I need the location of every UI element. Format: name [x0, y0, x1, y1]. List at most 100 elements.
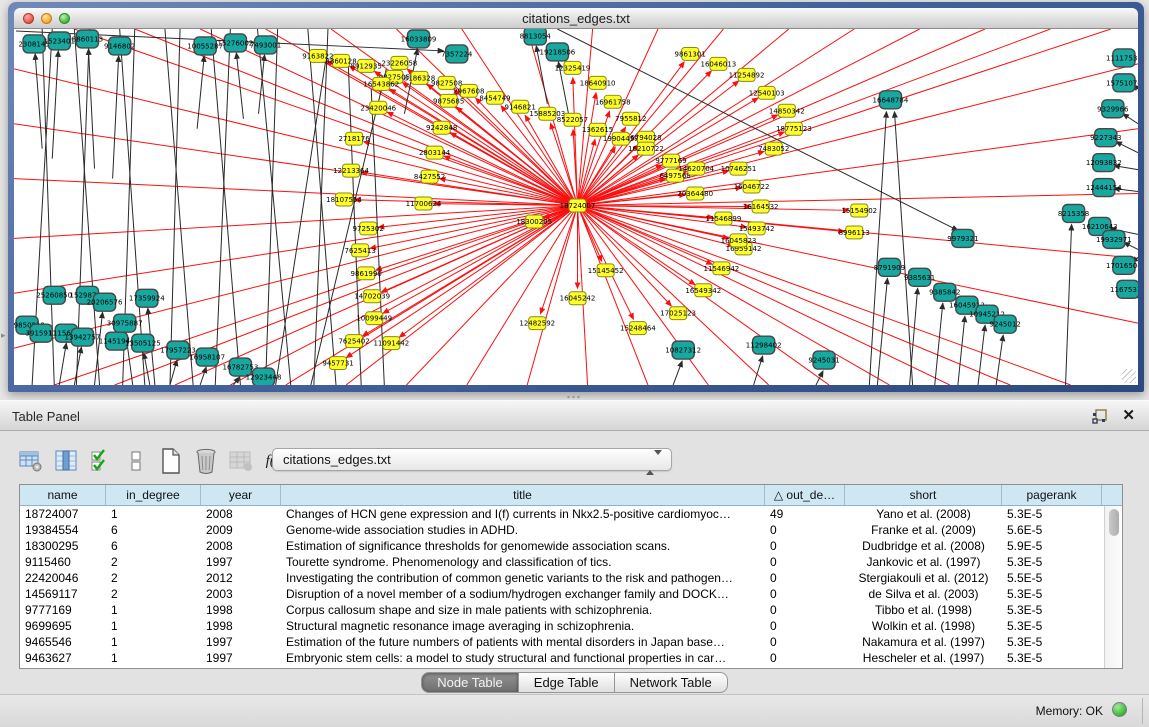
citation-edge-red[interactable]: [14, 206, 578, 239]
citation-edge-red[interactable]: [578, 93, 597, 206]
graph-node-teal[interactable]: 9146802: [104, 37, 135, 55]
citation-edge-black[interactable]: [215, 29, 230, 385]
citation-edge-red[interactable]: [578, 29, 1051, 206]
graph-node-teal[interactable]: 11675312: [1110, 280, 1138, 298]
citation-edge-black[interactable]: [314, 29, 328, 385]
delete-rows-button[interactable]: [193, 447, 219, 475]
column-header-in_degree[interactable]: in_degree: [106, 485, 201, 505]
graph-node-yellow[interactable]: 9457731: [322, 357, 353, 370]
citation-edge-red[interactable]: [578, 29, 1111, 206]
float-panel-icon[interactable]: [1092, 409, 1107, 424]
graph-node-yellow[interactable]: 11091442: [373, 337, 409, 350]
column-header-name[interactable]: name: [20, 485, 106, 505]
citation-edge-black[interactable]: [200, 367, 206, 385]
graph-node-yellow[interactable]: 16164532: [743, 200, 779, 213]
citation-edge-black[interactable]: [259, 55, 265, 114]
graph-node-yellow[interactable]: 9242848: [426, 121, 457, 134]
graph-node-yellow[interactable]: 14850342: [769, 104, 805, 117]
citation-edge-red[interactable]: [14, 206, 578, 349]
table-row[interactable]: 977716911998Corpus callosum shape and si…: [20, 602, 1104, 618]
graph-node-teal[interactable]: 7357224: [441, 45, 473, 63]
graph-node-teal[interactable]: 9245031: [808, 351, 839, 369]
delete-table-button[interactable]: [228, 447, 254, 475]
citation-edge-black[interactable]: [869, 112, 886, 385]
graph-node-yellow[interactable]: 12213364: [333, 164, 369, 177]
table-row[interactable]: 1872400712008Changes of HCN gene express…: [20, 506, 1104, 522]
graph-node-yellow[interactable]: 7625413: [344, 244, 375, 257]
citation-edge-black[interactable]: [910, 288, 918, 385]
select-all-button[interactable]: [88, 447, 114, 475]
graph-node-yellow[interactable]: 8912935: [351, 59, 382, 72]
window-resize-grip[interactable]: [1122, 369, 1136, 383]
graph-node-yellow[interactable]: 16210722: [628, 142, 664, 155]
citation-edge-red[interactable]: [578, 206, 1138, 324]
table-row[interactable]: 1938455462009Genome-wide association stu…: [20, 522, 1104, 538]
tab-node-table[interactable]: Node Table: [421, 672, 519, 693]
graph-node-yellow[interactable]: 15493742: [739, 222, 775, 235]
citation-edge-black[interactable]: [276, 59, 326, 385]
graph-node-teal[interactable]: 1523401: [44, 32, 75, 50]
graph-node-yellow[interactable]: 2718176: [338, 132, 370, 145]
graph-node-yellow[interactable]: 11700624: [406, 197, 442, 210]
tab-network-table[interactable]: Network Table: [615, 672, 728, 693]
graph-node-yellow[interactable]: 20364480: [677, 187, 713, 200]
table-scrollbar-thumb[interactable]: [1109, 509, 1119, 536]
graph-node-yellow[interactable]: 23226058: [381, 56, 417, 69]
citation-edge-black[interactable]: [197, 56, 204, 129]
graph-node-yellow[interactable]: 16046722: [734, 180, 770, 193]
citation-edge-black[interactable]: [816, 371, 823, 385]
table-row[interactable]: 2242004622012Investigating the contribut…: [20, 570, 1104, 586]
graph-node-yellow[interactable]: 16543862: [363, 77, 399, 90]
graph-node-yellow[interactable]: 12482592: [519, 317, 555, 330]
graph-node-yellow[interactable]: 16961758: [595, 95, 631, 108]
column-header-out_de[interactable]: △ out_de…: [765, 485, 845, 505]
panel-collapse-arrow-icon[interactable]: ▸: [1, 330, 6, 341]
graph-node-teal[interactable]: 8791909: [874, 258, 905, 276]
graph-node-teal[interactable]: 11117531: [1106, 49, 1138, 67]
graph-node-yellow[interactable]: 18107554: [326, 193, 362, 206]
graph-node-teal[interactable]: 17016504: [1106, 256, 1138, 274]
table-selector-dropdown[interactable]: citations_edges.txt: [272, 448, 672, 471]
table-scrollbar[interactable]: [1104, 506, 1122, 668]
citation-edge-black[interactable]: [958, 316, 965, 385]
graph-node-yellow[interactable]: 14702039: [354, 290, 390, 303]
graph-node-yellow[interactable]: 9725302: [353, 222, 384, 235]
citation-edge-black[interactable]: [1066, 224, 1072, 385]
citation-edge-black[interactable]: [673, 361, 682, 385]
graph-node-teal[interactable]: 7493001: [250, 36, 281, 54]
citation-edge-black[interactable]: [35, 54, 42, 149]
citation-edge-black[interactable]: [894, 112, 912, 385]
column-header-year[interactable]: year: [201, 485, 281, 505]
citation-edge-black[interactable]: [877, 278, 887, 385]
citation-edge-red[interactable]: [578, 206, 672, 306]
network-graph-canvas[interactable]: 1872400791638228860128891293523226058982…: [14, 29, 1138, 385]
table-row[interactable]: 946554611997Estimation of the future num…: [20, 634, 1104, 650]
citation-edge-black[interactable]: [1116, 142, 1138, 153]
graph-node-teal[interactable]: 12093832: [1086, 154, 1122, 172]
graph-node-yellow[interactable]: 16046013: [700, 57, 736, 70]
graph-node-yellow[interactable]: 18640910: [580, 76, 616, 89]
graph-node-yellow[interactable]: 16045242: [560, 292, 596, 305]
graph-node-teal[interactable]: 9979321: [947, 229, 978, 247]
graph-node-yellow[interactable]: 9861990: [351, 267, 382, 280]
column-header-short[interactable]: short: [845, 485, 1002, 505]
graph-node-yellow[interactable]: 7955812: [615, 112, 646, 125]
tab-edge-table[interactable]: Edge Table: [519, 672, 615, 693]
graph-node-yellow[interactable]: 11254892: [729, 68, 765, 81]
graph-node-teal[interactable]: 10827312: [665, 341, 701, 359]
citation-edge-red[interactable]: [200, 29, 577, 206]
citation-edge-black[interactable]: [59, 343, 66, 385]
graph-node-teal[interactable]: 9245012: [990, 315, 1021, 333]
table-row[interactable]: 946362711997Embryonic stem cells: a mode…: [20, 650, 1104, 666]
network-view-window[interactable]: citations_edges.txt 18724007916382288601…: [8, 2, 1144, 392]
split-pane-divider-handle[interactable]: [566, 395, 580, 399]
table-row[interactable]: 911546021997Tourette syndrome. Phenomeno…: [20, 554, 1104, 570]
graph-node-teal[interactable]: 17359924: [129, 289, 165, 307]
table-row[interactable]: 1830029562008Estimation of significance …: [20, 538, 1104, 554]
graph-node-teal[interactable]: 9385631: [904, 268, 935, 286]
citation-edge-red[interactable]: [14, 124, 578, 206]
graph-node-teal[interactable]: 11298402: [746, 336, 782, 354]
citation-edge-black[interactable]: [88, 49, 94, 169]
graph-node-yellow[interactable]: 12540103: [749, 86, 785, 99]
graph-node-yellow[interactable]: 17025123: [660, 307, 696, 320]
